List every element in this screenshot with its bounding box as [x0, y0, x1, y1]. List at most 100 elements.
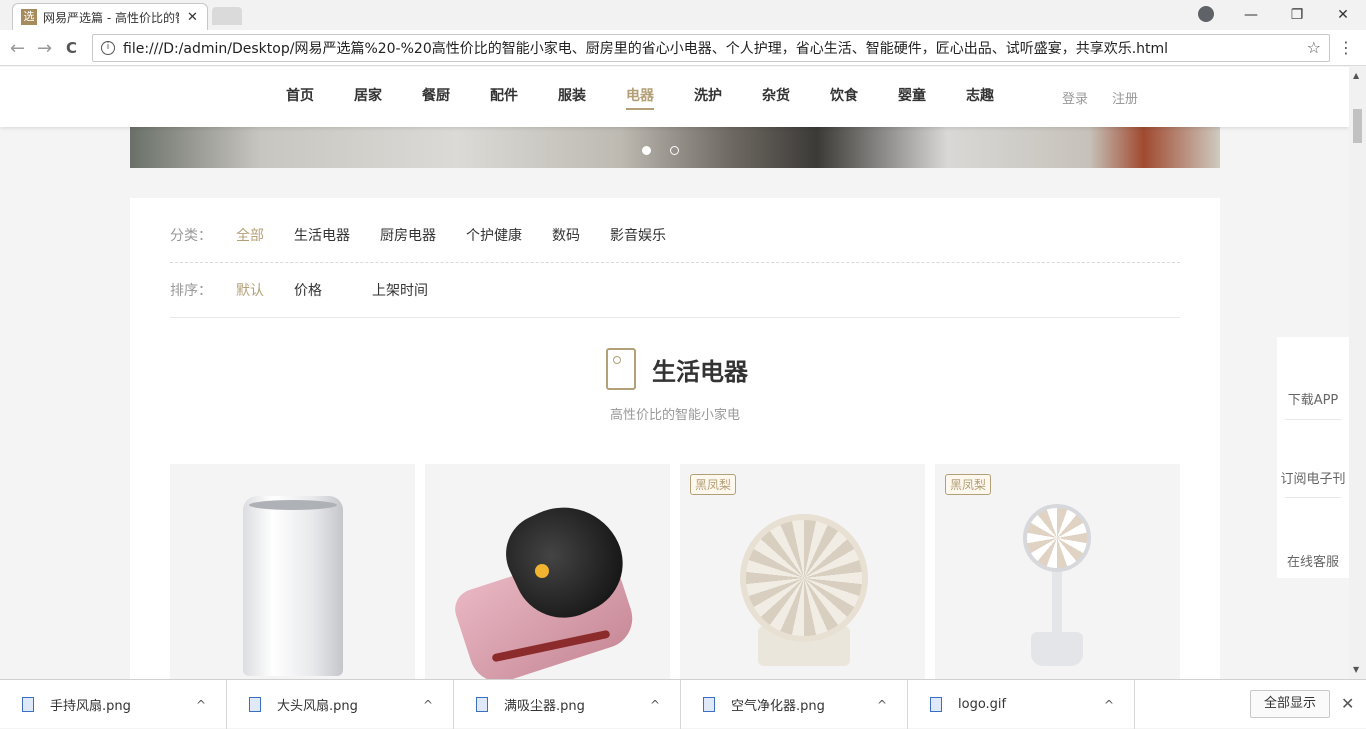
caret-up-icon[interactable]: ^: [650, 698, 660, 712]
download-item[interactable]: 空气净化器.png ^: [681, 680, 908, 729]
download-filename: logo.gif: [958, 697, 1007, 712]
nav-item-label: 婴童: [898, 88, 926, 104]
caret-up-icon[interactable]: ^: [1104, 698, 1114, 712]
file-icon: [249, 697, 261, 712]
page-scrollbar[interactable]: ▲ ▼: [1349, 67, 1366, 679]
product-card[interactable]: 黑凤梨: [935, 464, 1180, 679]
product-tag: 黑凤梨: [945, 474, 992, 495]
sort-option[interactable]: 默认: [236, 280, 264, 300]
appliance-icon: [606, 348, 636, 390]
login-link[interactable]: 登录: [1062, 88, 1088, 107]
user-links: 登录 注册: [1062, 88, 1138, 107]
product-tag: 黑凤梨: [690, 474, 737, 495]
nav-item[interactable]: 洗护: [694, 85, 762, 105]
new-tab-button[interactable]: [212, 7, 242, 25]
caret-up-icon[interactable]: ^: [196, 698, 206, 712]
floating-sidebar: 下载APP 订阅电子刊 在线客服: [1277, 337, 1349, 578]
nav-item-label: 志趣: [966, 88, 994, 104]
nav-item-label: 配件: [490, 88, 518, 104]
caret-up-icon[interactable]: ^: [423, 698, 433, 712]
url-text[interactable]: file:///D:/admin/Desktop/网易严选篇%20-%20高性价…: [123, 38, 1313, 58]
register-link[interactable]: 注册: [1112, 88, 1138, 107]
main-nav: 首页 居家 餐厨 配件 服装 电器 洗护 杂货 饮食 婴童 志趣: [286, 85, 1034, 110]
file-icon: [476, 697, 488, 712]
download-item[interactable]: 大头风扇.png ^: [227, 680, 454, 729]
product-card[interactable]: [170, 464, 415, 679]
product-grid: 黑凤梨 黑凤梨: [170, 464, 1180, 679]
carousel-dot[interactable]: [642, 146, 651, 155]
browser-tab-strip: 选 网易严选篇 - 高性价比的智能小家电 ✕ — ❐ ✕: [0, 0, 1366, 30]
subscribe-link[interactable]: 订阅电子刊: [1277, 468, 1349, 487]
product-card[interactable]: [425, 464, 670, 679]
category-option[interactable]: 个护健康: [466, 225, 522, 245]
category-option[interactable]: 厨房电器: [380, 225, 436, 245]
category-option[interactable]: 影音娱乐: [610, 225, 666, 245]
category-option[interactable]: 生活电器: [294, 225, 350, 245]
scroll-down-icon[interactable]: ▼: [1353, 665, 1359, 674]
close-icon[interactable]: ✕: [1341, 694, 1354, 713]
category-option[interactable]: 全部: [236, 225, 264, 245]
sort-label: 排序：: [170, 283, 212, 299]
nav-item[interactable]: 饮食: [830, 85, 898, 105]
download-item[interactable]: 满吸尘器.png ^: [454, 680, 681, 729]
nav-item[interactable]: 首页: [286, 85, 354, 105]
minimize-button[interactable]: —: [1228, 7, 1274, 23]
download-shelf: 手持风扇.png ^ 大头风扇.png ^ 满吸尘器.png ^ 空气净化器.p…: [0, 679, 1366, 729]
show-all-button[interactable]: 全部显示: [1250, 690, 1330, 718]
nav-item-label: 电器: [626, 88, 654, 110]
forward-arrow-icon[interactable]: →: [37, 38, 52, 59]
nav-item-label: 服装: [558, 88, 586, 104]
sort-option[interactable]: 上架时间: [372, 280, 428, 300]
browser-toolbar: ← → C i file:///D:/admin/Desktop/网易严选篇%2…: [0, 30, 1366, 66]
info-icon[interactable]: i: [101, 41, 115, 55]
section-subtitle: 高性价比的智能小家电: [609, 408, 740, 423]
account-icon[interactable]: [1198, 6, 1214, 22]
nav-item[interactable]: 志趣: [966, 85, 1034, 105]
sort-option[interactable]: 价格: [294, 280, 322, 300]
caret-up-icon[interactable]: ^: [877, 698, 887, 712]
desk-fan-image: [740, 514, 870, 666]
file-icon: [22, 697, 34, 712]
tab-close-icon[interactable]: ✕: [187, 10, 198, 25]
nav-item[interactable]: 居家: [354, 85, 422, 105]
category-label: 分类：: [170, 228, 212, 244]
nav-item[interactable]: 服装: [558, 85, 626, 105]
close-window-button[interactable]: ✕: [1320, 7, 1366, 23]
scroll-up-icon[interactable]: ▲: [1353, 71, 1359, 80]
nav-item-label: 洗护: [694, 88, 722, 104]
back-arrow-icon[interactable]: ←: [10, 38, 25, 59]
download-filename: 空气净化器.png: [731, 699, 825, 714]
nav-item[interactable]: 配件: [490, 85, 558, 105]
reload-icon[interactable]: C: [66, 39, 77, 57]
mite-vacuum-image: [449, 487, 641, 679]
tab-title: 网易严选篇 - 高性价比的智能小家电: [43, 10, 179, 25]
download-item[interactable]: 手持风扇.png ^: [0, 680, 227, 729]
nav-item-label: 杂货: [762, 88, 790, 104]
nav-item[interactable]: 杂货: [762, 85, 830, 105]
nav-item[interactable]: 电器: [626, 85, 694, 110]
divider: [1285, 419, 1341, 420]
category-filter: 分类： 全部 生活电器 厨房电器 个护健康 数码 影音娱乐: [170, 208, 1180, 263]
category-option[interactable]: 数码: [552, 225, 580, 245]
section-title: 生活电器: [652, 357, 748, 386]
download-app-link[interactable]: 下载APP: [1277, 389, 1349, 408]
download-item[interactable]: logo.gif ^: [908, 680, 1135, 729]
scroll-thumb[interactable]: [1353, 109, 1362, 143]
carousel-dot[interactable]: [670, 146, 679, 155]
nav-item-label: 餐厨: [422, 88, 450, 104]
bookmark-star-icon[interactable]: ☆: [1307, 38, 1321, 57]
address-bar[interactable]: i file:///D:/admin/Desktop/网易严选篇%20-%20高…: [92, 34, 1330, 62]
download-filename: 满吸尘器.png: [504, 699, 585, 714]
nav-item[interactable]: 婴童: [898, 85, 966, 105]
browser-menu-icon[interactable]: ⋮: [1338, 38, 1354, 57]
air-purifier-image: [243, 496, 343, 676]
restore-button[interactable]: ❐: [1274, 7, 1320, 23]
product-card[interactable]: 黑凤梨: [680, 464, 925, 679]
customer-service-link[interactable]: 在线客服: [1277, 551, 1349, 570]
file-icon: [930, 697, 942, 712]
download-filename: 手持风扇.png: [50, 699, 131, 714]
nav-item[interactable]: 餐厨: [422, 85, 490, 105]
section-heading: 生活电器: [606, 348, 748, 390]
nav-item-label: 饮食: [830, 88, 858, 104]
browser-tab[interactable]: 选 网易严选篇 - 高性价比的智能小家电 ✕: [12, 3, 208, 30]
